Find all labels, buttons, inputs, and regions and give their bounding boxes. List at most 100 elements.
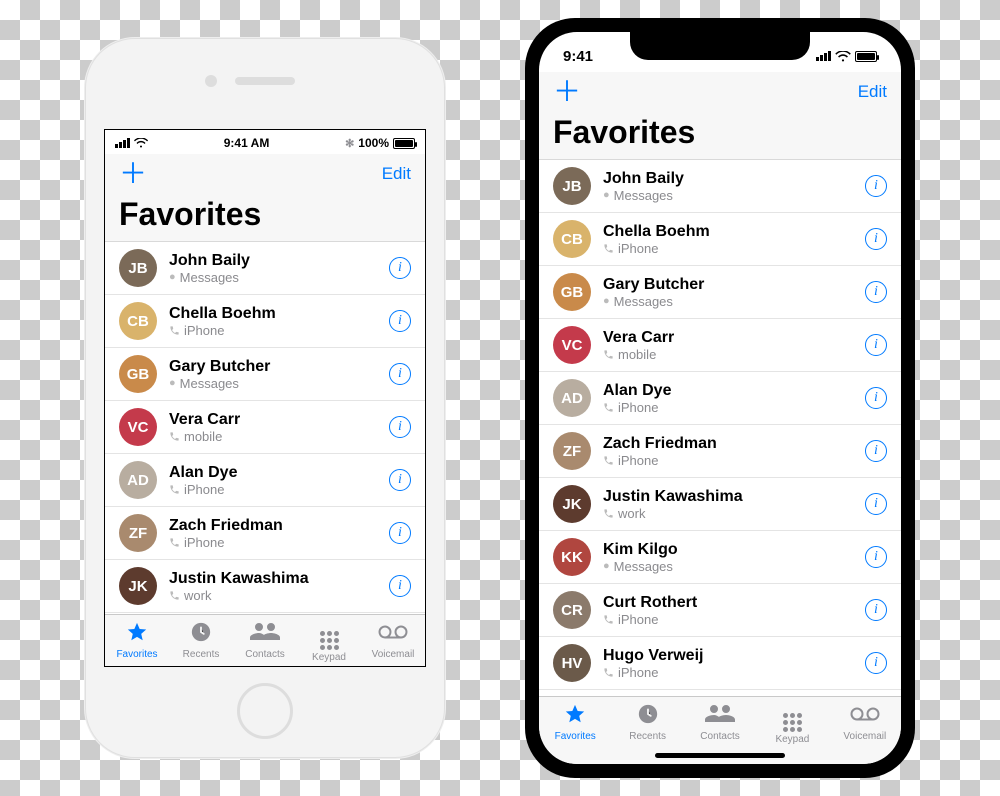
bluetooth-icon: ✻ (345, 137, 354, 150)
info-button[interactable]: i (389, 575, 411, 597)
avatar: ZF (553, 432, 591, 470)
favorite-row[interactable]: ZF Zach FriedmaniPhonei (105, 507, 425, 560)
contact-name: John Baily (603, 169, 853, 188)
tab-favorites[interactable]: Favorites (105, 615, 169, 666)
tab-contacts[interactable]: Contacts (684, 697, 756, 748)
page-title: Favorites (539, 112, 901, 159)
phone-icon (169, 431, 180, 442)
keypad-icon (320, 618, 339, 650)
info-button[interactable]: i (389, 310, 411, 332)
contact-sub: iPhone (603, 400, 853, 415)
add-button[interactable]: ＋ (119, 160, 147, 188)
info-button[interactable]: i (865, 652, 887, 674)
avatar: JK (553, 485, 591, 523)
favorite-row[interactable]: ZFZach FriedmaniPhonei (539, 425, 901, 478)
tab-contacts[interactable]: Contacts (233, 615, 297, 666)
edit-button[interactable]: Edit (382, 164, 411, 184)
contact-sub: ●Messages (603, 559, 853, 574)
contact-sub: iPhone (603, 453, 853, 468)
contact-name: Hugo Verweij (603, 646, 853, 665)
contact-sub: iPhone (169, 323, 377, 338)
iphone8-mockup: 9:41 AM ✻ 100% ＋ Edit Favorites JBJohn B… (85, 38, 445, 758)
favorite-row[interactable]: GBGary Butcher●Messagesi (105, 348, 425, 401)
favorite-row[interactable]: ADAlan DyeiPhonei (539, 372, 901, 425)
contacts-icon (250, 621, 280, 647)
contact-name: Vera Carr (169, 410, 377, 429)
contact-meta: John Baily●Messages (169, 251, 377, 285)
phone-icon (603, 614, 614, 625)
iphonex-screen: 9:41 ＋ Edit Favorites JBJohn Baily●Messa… (539, 32, 901, 764)
tab-voicemail[interactable]: Voicemail (829, 697, 901, 748)
contact-sub: work (169, 588, 377, 603)
signal-icon (816, 51, 831, 61)
info-button[interactable]: i (865, 440, 887, 462)
avatar: GB (119, 355, 157, 393)
favorites-list-ix[interactable]: JBJohn Baily●MessagesiCBChella BoehmiPho… (539, 160, 901, 696)
contact-meta: Vera Carrmobile (169, 410, 377, 444)
favorite-row[interactable]: HVHugo VerweijiPhonei (539, 637, 901, 690)
info-button[interactable]: i (865, 493, 887, 515)
contact-sub: mobile (169, 429, 377, 444)
page-title: Favorites (105, 194, 425, 241)
tab-label: Contacts (700, 731, 739, 742)
tab-bar: Favorites Recents ContactsKeypad Voicemail (105, 614, 425, 666)
favorite-row[interactable]: VCVera Carrmobilei (105, 401, 425, 454)
info-button[interactable]: i (865, 387, 887, 409)
info-button[interactable]: i (389, 469, 411, 491)
favorites-list-i8[interactable]: JBJohn Baily●MessagesiCBChella BoehmiPho… (105, 242, 425, 614)
favorite-row[interactable]: CBChella BoehmiPhonei (105, 295, 425, 348)
favorite-row[interactable]: CRCurt RothertiPhonei (539, 584, 901, 637)
favorite-row[interactable]: JBJohn Baily●Messagesi (105, 242, 425, 295)
info-button[interactable]: i (389, 416, 411, 438)
favorite-row[interactable]: JKJustin Kawashimaworki (105, 560, 425, 613)
avatar: ZF (119, 514, 157, 552)
info-button[interactable]: i (865, 546, 887, 568)
contact-meta: Chella BoehmiPhone (169, 304, 377, 338)
tab-keypad[interactable]: Keypad (756, 697, 828, 748)
phone-icon (603, 508, 614, 519)
info-button[interactable]: i (865, 228, 887, 250)
add-button[interactable]: ＋ (553, 78, 581, 106)
contact-meta: Curt RothertiPhone (603, 593, 853, 627)
contact-name: Zach Friedman (169, 516, 377, 535)
keypad-icon (783, 700, 802, 732)
tab-voicemail[interactable]: Voicemail (361, 615, 425, 666)
battery-icon (393, 138, 415, 149)
contact-meta: Alan DyeiPhone (169, 463, 377, 497)
contact-sub: ●Messages (169, 270, 377, 285)
tab-recents[interactable]: Recents (611, 697, 683, 748)
contact-name: Justin Kawashima (169, 569, 377, 588)
info-button[interactable]: i (389, 522, 411, 544)
favorites-icon (563, 703, 587, 729)
contact-sub: iPhone (603, 665, 853, 680)
info-button[interactable]: i (865, 281, 887, 303)
tab-label: Favorites (116, 649, 157, 660)
favorite-row[interactable]: CBChella BoehmiPhonei (539, 213, 901, 266)
favorite-row[interactable]: GBGary Butcher●Messagesi (539, 266, 901, 319)
tab-favorites[interactable]: Favorites (539, 697, 611, 748)
info-button[interactable]: i (865, 175, 887, 197)
notch (630, 32, 810, 60)
contact-sub: iPhone (603, 612, 853, 627)
message-icon: ● (603, 561, 610, 572)
tab-label: Recents (183, 649, 220, 660)
favorite-row[interactable]: KKKim Kilgo●Messagesi (539, 531, 901, 584)
info-button[interactable]: i (389, 257, 411, 279)
iphonex-mockup: 9:41 ＋ Edit Favorites JBJohn Baily●Messa… (525, 18, 915, 778)
contact-meta: Vera Carrmobile (603, 328, 853, 362)
contact-sub: iPhone (169, 535, 377, 550)
favorite-row[interactable]: ADAlan DyeiPhonei (105, 454, 425, 507)
favorite-row[interactable]: VCVera Carrmobilei (539, 319, 901, 372)
info-button[interactable]: i (865, 599, 887, 621)
favorite-row[interactable]: JBJohn Baily●Messagesi (539, 160, 901, 213)
edit-button[interactable]: Edit (858, 82, 887, 102)
tab-keypad[interactable]: Keypad (297, 615, 361, 666)
info-button[interactable]: i (389, 363, 411, 385)
info-button[interactable]: i (865, 334, 887, 356)
contact-meta: Gary Butcher●Messages (603, 275, 853, 309)
tab-label: Voicemail (372, 649, 415, 660)
favorite-row[interactable]: JKJustin Kawashimaworki (539, 478, 901, 531)
signal-icon (115, 138, 130, 148)
status-time: 9:41 (563, 48, 593, 65)
tab-recents[interactable]: Recents (169, 615, 233, 666)
